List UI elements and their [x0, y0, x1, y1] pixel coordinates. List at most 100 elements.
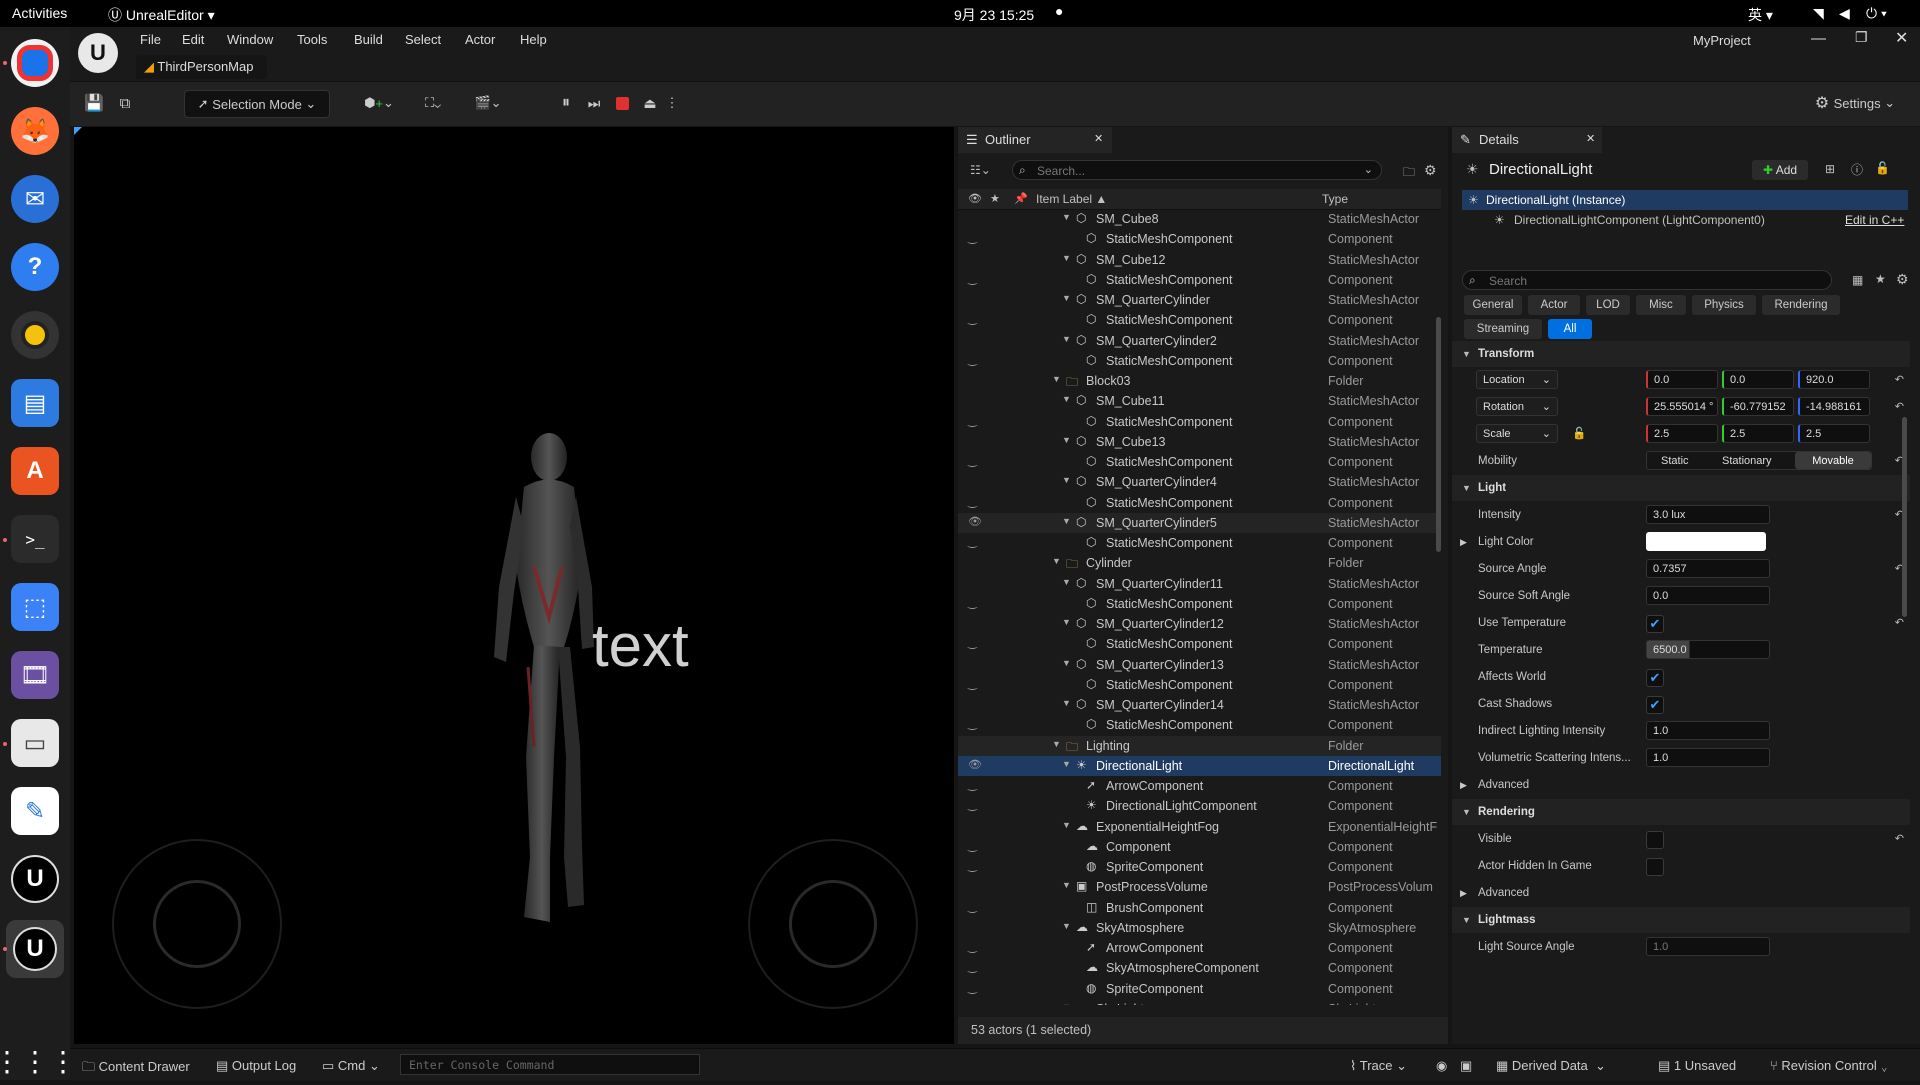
item-label-column[interactable]: Item Label ▲ [1036, 192, 1107, 206]
help-icon[interactable]: ⓘ [1851, 161, 1863, 178]
rendering-section[interactable]: ▼ Rendering [1452, 799, 1910, 825]
light-section[interactable]: ▼ Light [1452, 475, 1910, 501]
scale-y-field[interactable]: 2.5 [1722, 424, 1794, 443]
writer-icon[interactable]: ▤ [11, 379, 59, 427]
visibility-icon[interactable]: 👁 [968, 515, 982, 528]
expand-triangle-icon[interactable]: ▼ [1052, 739, 1061, 749]
details-scrollbar[interactable] [1902, 417, 1907, 617]
visibility-icon[interactable]: ‿ [968, 960, 977, 973]
browse-icon[interactable]: ⧉ [112, 90, 138, 116]
outliner-row[interactable]: ‿ ⬡ StaticMeshComponent Component [958, 351, 1441, 371]
visibility-column-icon[interactable]: 👁 [968, 192, 982, 205]
outliner-row[interactable]: ‿ ⬡ StaticMeshComponent Component [958, 412, 1441, 432]
scale-dropdown[interactable]: Scale ⌄ [1476, 424, 1558, 443]
favorite-column-icon[interactable]: ★ [990, 192, 1000, 205]
rotation-z-field[interactable]: -14.988161 [1798, 397, 1870, 416]
source-angle-field[interactable]: 0.7357 [1646, 559, 1770, 578]
mobility-static[interactable]: Static [1661, 452, 1689, 469]
details-search-input[interactable]: ⌕ Search [1462, 270, 1832, 290]
outliner-row[interactable]: ‿ ⬡ StaticMeshComponent Component [958, 493, 1441, 513]
close-window-button[interactable]: ✕ [1895, 28, 1908, 48]
lightmass-section[interactable]: ▼ Lightmass [1452, 907, 1910, 933]
more-options-icon[interactable]: ⋮ [666, 90, 679, 116]
outliner-row[interactable]: ▼ ◐ SkyLight SkyLight [958, 999, 1441, 1005]
visibility-icon[interactable]: ‿ [968, 596, 977, 609]
add-actor-icon[interactable]: ⬢ + ⌄ [360, 90, 398, 116]
expand-triangle-icon[interactable]: ▼ [1062, 617, 1071, 627]
visibility-icon[interactable]: ‿ [968, 900, 977, 913]
visibility-icon[interactable]: ‿ [968, 353, 977, 366]
component-instance-row[interactable]: ☀ DirectionalLight (Instance) [1462, 190, 1908, 210]
expand-triangle-icon[interactable]: ▼ [1062, 253, 1071, 263]
outliner-row[interactable]: ▼ ⬡ SM_QuarterCylinder14 StaticMeshActor [958, 695, 1441, 715]
expand-triangle-icon[interactable]: ▼ [1062, 820, 1071, 830]
outliner-row[interactable]: ‿ ☁ SkyAtmosphereComponent Component [958, 958, 1441, 978]
rotation-x-field[interactable]: 25.555014 ° [1646, 397, 1718, 416]
files-icon[interactable]: ▭ [11, 719, 59, 767]
type-column[interactable]: Type [1322, 192, 1348, 206]
expand-triangle-icon[interactable]: ▼ [1052, 374, 1061, 384]
outliner-row[interactable]: ▼ ⬡ SM_QuarterCylinder2 StaticMeshActor [958, 331, 1441, 351]
outliner-row[interactable]: ▼ ⬡ SM_QuarterCylinder11 StaticMeshActor [958, 574, 1441, 594]
outliner-row[interactable]: ‿ ➚ ArrowComponent Component [958, 776, 1441, 796]
volume-icon[interactable]: ◀ [1839, 5, 1850, 22]
screenshot-icon[interactable]: ⬚ [11, 583, 59, 631]
expand-triangle-icon[interactable]: ▼ [1062, 293, 1071, 303]
outliner-row[interactable]: ‿ ⬡ StaticMeshComponent Component [958, 634, 1441, 654]
new-folder-icon[interactable]: 🗀 [1403, 163, 1415, 184]
rhythmbox-icon[interactable] [11, 311, 59, 359]
outliner-row[interactable]: ‿ ⬡ StaticMeshComponent Component [958, 310, 1441, 330]
mobility-movable[interactable]: Movable [1795, 452, 1871, 469]
outliner-row[interactable]: ▼ 🗀 Lighting Folder [958, 735, 1441, 756]
visibility-icon[interactable]: ‿ [968, 717, 977, 730]
chrome-icon[interactable] [11, 39, 59, 87]
menu-select[interactable]: Select [405, 32, 441, 47]
expand-triangle-icon[interactable]: ▼ [1062, 435, 1071, 445]
outliner-scrollbar[interactable] [1436, 317, 1441, 552]
scale-z-field[interactable]: 2.5 [1798, 424, 1870, 443]
outliner-row[interactable]: ‿ ⬡ StaticMeshComponent Component [958, 533, 1441, 553]
component-row[interactable]: ☀ DirectionalLightComponent (LightCompon… [1462, 210, 1908, 230]
chevron-down-icon[interactable]: ⌄ [1364, 163, 1373, 176]
outliner-row[interactable]: ▼ ⬡ SM_QuarterCylinder13 StaticMeshActor [958, 655, 1441, 675]
outliner-row[interactable]: ▼ ⬡ SM_Cube11 StaticMeshActor [958, 391, 1441, 411]
menu-tools[interactable]: Tools [297, 32, 327, 47]
affects-world-checkbox[interactable]: ✔ [1646, 669, 1664, 687]
visibility-icon[interactable]: ‿ [968, 636, 977, 649]
expand-triangle-icon[interactable]: ▼ [1062, 334, 1071, 344]
show-apps-icon[interactable]: ⋮⋮⋮ [0, 1037, 77, 1085]
source-soft-angle-field[interactable]: 0.0 [1646, 586, 1770, 605]
expand-triangle-icon[interactable]: ▼ [1062, 1002, 1071, 1005]
visibility-icon[interactable]: ‿ [968, 839, 977, 852]
add-component-button[interactable]: ✚ Add [1752, 160, 1808, 180]
step-icon[interactable]: ⏭ [584, 90, 604, 116]
visibility-icon[interactable]: ‿ [968, 495, 977, 508]
outliner-row[interactable]: ▼ 🗀 Block03 Folder [958, 371, 1441, 391]
outliner-row[interactable]: ▼ 🗀 Cylinder Folder [958, 553, 1441, 573]
rendering-advanced-row[interactable]: ▶ Advanced [1452, 880, 1910, 906]
unreal-editor-icon[interactable]: U [6, 920, 64, 978]
outliner-row[interactable]: ▼ ▣ PostProcessVolume PostProcessVolum [958, 877, 1441, 897]
clock[interactable]: 9月 23 15:25 [954, 5, 1034, 25]
stop-icon[interactable] [612, 90, 632, 116]
lock-ratio-icon[interactable]: 🔓 [1572, 426, 1586, 440]
location-z-field[interactable]: 920.0 [1798, 370, 1870, 389]
outliner-search-input[interactable]: ⌕ Search... ⌄ [1012, 160, 1382, 180]
outliner-row[interactable]: ▼ ⬡ SM_QuarterCylinder StaticMeshActor [958, 290, 1441, 310]
outliner-row[interactable]: ‿ ◫ BrushComponent Component [958, 898, 1441, 918]
light-source-angle-field[interactable]: 1.0 [1646, 937, 1770, 956]
mobility-stationary[interactable]: Stationary [1722, 452, 1772, 469]
outliner-row[interactable]: ▼ ⬡ SM_Cube13 StaticMeshActor [958, 432, 1441, 452]
pause-icon[interactable]: ⏸ [556, 90, 576, 116]
trace-dropdown[interactable]: ⌇ Trace ⌄ [1350, 1058, 1407, 1074]
outliner-row[interactable]: ‿ ☀ DirectionalLightComponent Component [958, 796, 1441, 816]
close-tab-icon[interactable]: ✕ [1586, 132, 1595, 145]
expand-triangle-icon[interactable]: ▼ [1062, 698, 1071, 708]
reset-icon[interactable]: ↶ [1895, 832, 1904, 845]
level-viewport[interactable]: text [74, 127, 954, 1044]
video-icon[interactable]: 🎞 [11, 651, 59, 699]
outliner-row[interactable]: ‿ ⬡ StaticMeshComponent Component [958, 594, 1441, 614]
visibility-icon[interactable]: ‿ [968, 778, 977, 791]
firefox-icon[interactable]: 🦊 [11, 107, 59, 155]
record-icon[interactable]: ◉ [1436, 1058, 1447, 1074]
